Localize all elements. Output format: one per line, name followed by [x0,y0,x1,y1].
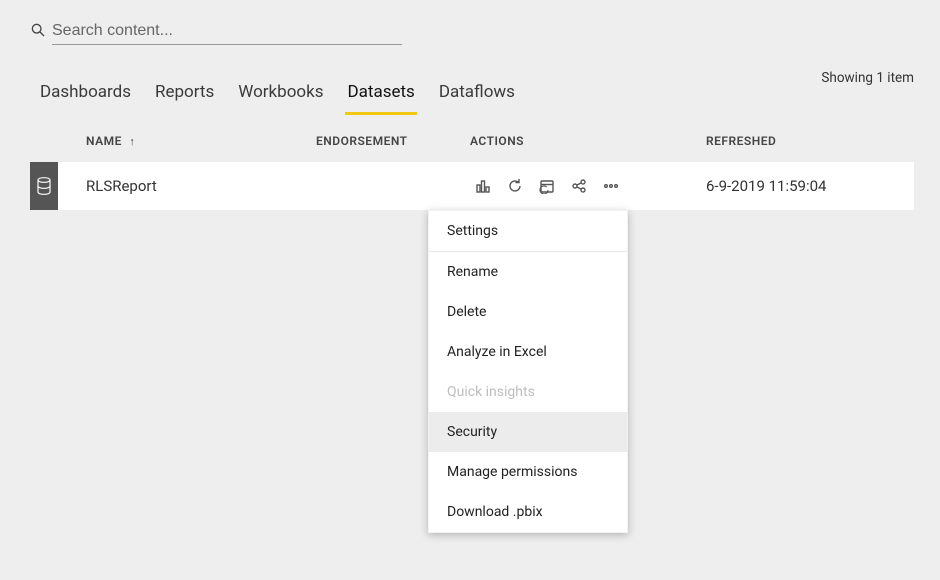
menu-item-delete[interactable]: Delete [429,292,627,332]
create-report-icon[interactable] [474,177,492,195]
sort-ascending-icon: ↑ [129,135,135,148]
more-options-icon[interactable] [602,177,620,195]
workspace-datasets-view: Showing 1 item Dashboards Reports Workbo… [0,0,940,580]
menu-item-settings[interactable]: Settings [429,211,627,252]
item-count-status: Showing 1 item [821,70,914,86]
column-header-endorsement[interactable]: ENDORSEMENT [316,134,408,148]
tab-datasets[interactable]: Datasets [345,78,416,115]
column-header-name-label: NAME [86,134,122,148]
dataset-context-menu: Settings Rename Delete Analyze in Excel … [428,210,628,533]
menu-item-download-pbix[interactable]: Download .pbix [429,492,627,532]
column-header-row: NAME ↑ ENDORSEMENT ACTIONS REFRESHED [30,126,914,160]
menu-item-analyze-in-excel[interactable]: Analyze in Excel [429,332,627,372]
menu-item-rename[interactable]: Rename [429,252,627,292]
content-type-tabs: Dashboards Reports Workbooks Datasets Da… [38,78,517,115]
menu-item-security[interactable]: Security [429,412,627,452]
tab-workbooks[interactable]: Workbooks [236,78,325,115]
row-actions [474,177,620,195]
view-related-icon[interactable] [570,177,588,195]
tab-reports[interactable]: Reports [153,78,216,115]
column-header-refreshed[interactable]: REFRESHED [706,134,776,148]
dataset-icon [30,162,58,210]
search-icon [30,22,46,42]
schedule-refresh-icon[interactable] [538,177,556,195]
dataset-refreshed: 6-9-2019 11:59:04 [706,177,826,195]
tab-dashboards[interactable]: Dashboards [38,78,133,115]
menu-item-manage-permissions[interactable]: Manage permissions [429,452,627,492]
column-header-actions: ACTIONS [470,134,524,148]
refresh-now-icon[interactable] [506,177,524,195]
column-header-name[interactable]: NAME ↑ [86,134,135,148]
tab-dataflows[interactable]: Dataflows [437,78,517,115]
dataset-name: RLSReport [86,177,157,195]
menu-item-quick-insights: Quick insights [429,372,627,412]
dataset-row[interactable]: RLSReport [30,162,914,210]
search-row [30,18,402,45]
search-input[interactable] [52,18,402,45]
